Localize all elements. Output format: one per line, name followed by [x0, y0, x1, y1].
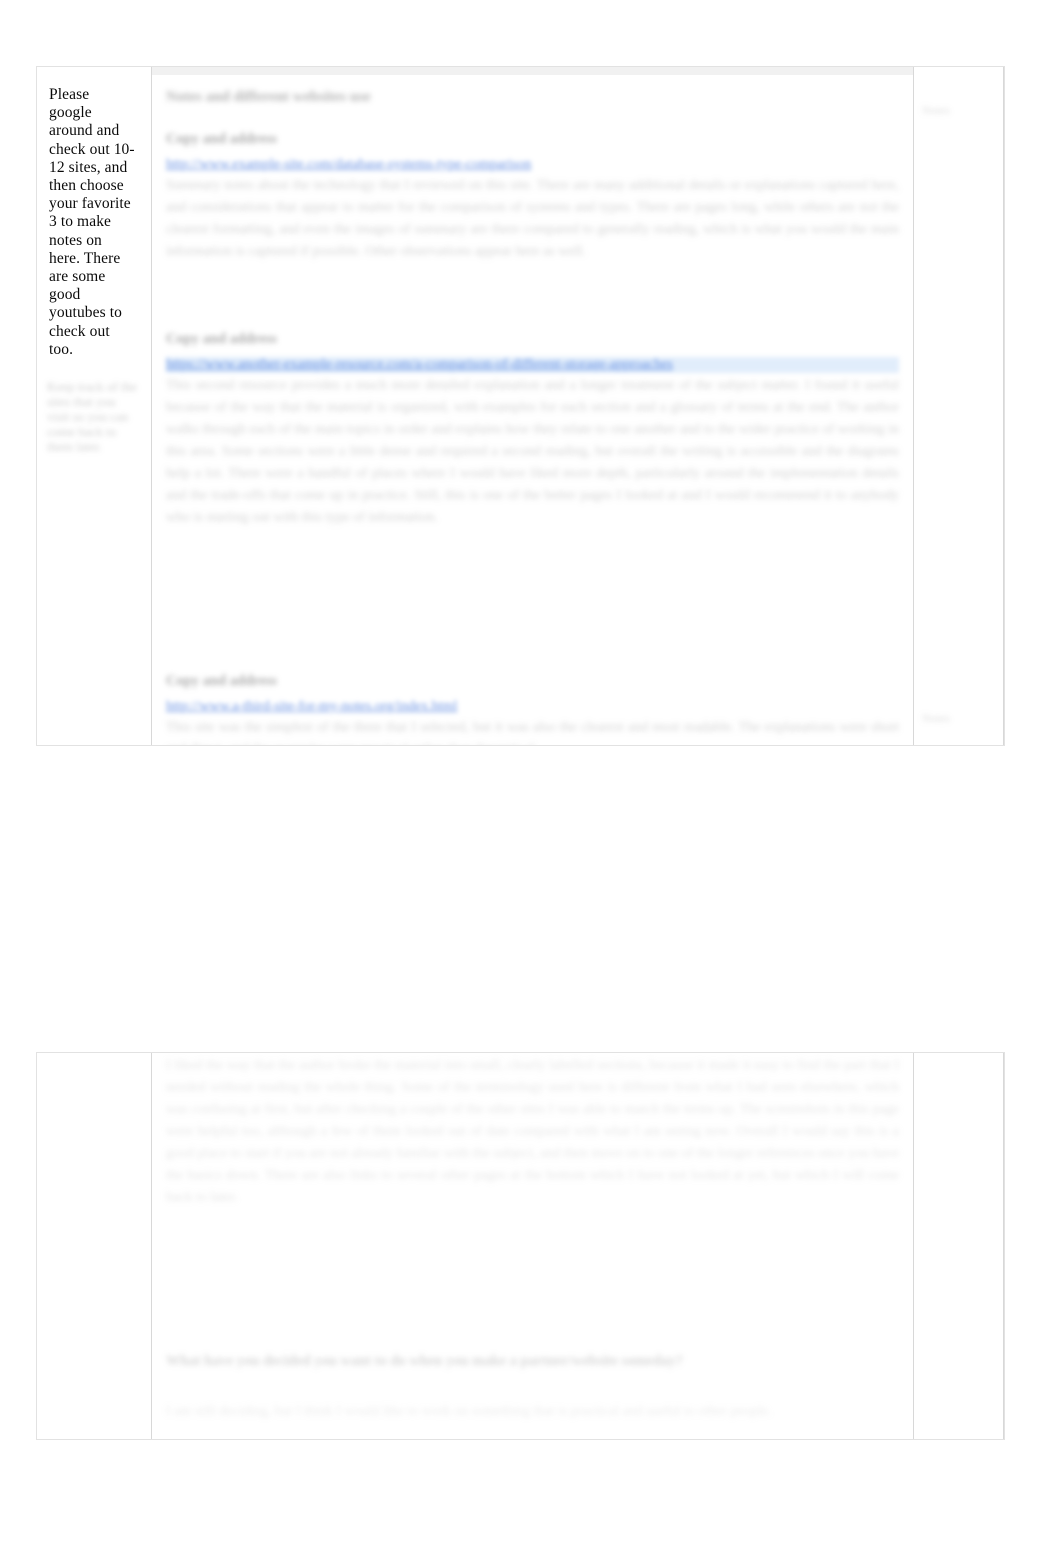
entry-notes-1: Summary notes about the technology that …	[166, 178, 899, 259]
column-top-rule	[152, 67, 913, 75]
instruction-note: Please google around and check out 10-12…	[49, 86, 135, 358]
entry-label-1: Copy and address	[166, 131, 277, 147]
continued-notes: I liked the way that the author broke th…	[166, 1058, 899, 1205]
entry-url-3[interactable]: http://www.a-third-site-for-my-notes.org…	[166, 699, 899, 715]
document-viewer: Please google around and check out 10-12…	[0, 0, 1062, 1561]
section-heading-1: Notes and different websites use	[166, 89, 371, 105]
document-page-2: I liked the way that the author broke th…	[36, 1052, 1005, 1440]
entry-notes-3: This site was the simplest of the three …	[166, 720, 899, 745]
right-column-mark-top: Notes	[922, 103, 950, 117]
entry-notes-2: This second resource provides a much mor…	[166, 378, 899, 525]
layout-table-page-1: Please google around and check out 10-12…	[37, 67, 1004, 745]
table-cell-right-page-2	[914, 1053, 1004, 1439]
entry-url-2[interactable]: https://www.another-example-resource.com…	[166, 357, 899, 373]
answer-text: I am still deciding, but I think I would…	[166, 1404, 772, 1419]
layout-table-page-2: I liked the way that the author broke th…	[37, 1053, 1004, 1439]
table-cell-left-page-1: Please google around and check out 10-12…	[37, 67, 151, 745]
instruction-note-secondary: Keep track of the sites that you visit s…	[47, 379, 137, 454]
right-column-mark-bottom: Notes	[922, 711, 950, 725]
table-cell-left-page-2	[37, 1053, 151, 1439]
entry-label-3: Copy and address	[166, 673, 277, 689]
table-cell-main-page-1: Notes and different websites use Copy an…	[151, 67, 914, 745]
entry-url-1[interactable]: http://www.example-site.com/database-sys…	[166, 157, 899, 173]
table-cell-right-page-1: Notes Notes	[914, 67, 1004, 745]
document-page-1: Please google around and check out 10-12…	[36, 66, 1005, 746]
table-cell-main-page-2: I liked the way that the author broke th…	[151, 1053, 914, 1439]
question-heading: What have you decided you want to do whe…	[166, 1353, 683, 1369]
entry-label-2: Copy and address	[166, 331, 277, 347]
